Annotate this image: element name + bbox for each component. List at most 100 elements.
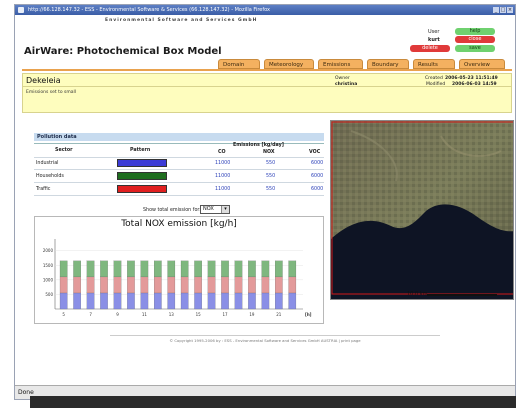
taskbar [30, 396, 516, 408]
page-title: AirWare: Photochemical Box Model [24, 46, 222, 57]
pattern-households[interactable] [117, 172, 167, 180]
modified-value: 2006-06-03 14:59 [452, 82, 497, 87]
bar-segment [288, 292, 297, 310]
col-voc: VOC [309, 150, 321, 155]
x-tick-label: 17 [222, 312, 228, 317]
x-tick-label: 21 [276, 312, 282, 317]
bar-segment [275, 292, 283, 310]
satellite-map[interactable] [330, 120, 514, 300]
bar-segment [207, 292, 216, 310]
col-emissions: Emissions [kg/day] [233, 143, 284, 148]
voc-households[interactable]: 6000 [311, 174, 323, 179]
user-label: User [428, 29, 440, 35]
pollutant-select-value: NOX [203, 206, 214, 212]
x-tick-label: 11 [142, 312, 148, 317]
close-button[interactable]: close [455, 36, 495, 43]
voc-industrial[interactable]: 6000 [311, 161, 323, 166]
bar-segment [207, 260, 216, 278]
voc-traffic[interactable]: 6000 [311, 187, 323, 192]
row-divider [34, 195, 324, 196]
company-banner: Environmental Software and Services GmbH [105, 18, 258, 23]
bar-segment [167, 260, 176, 278]
x-tick-label: 5 [62, 312, 65, 317]
y-tick-label: 1500 [43, 263, 54, 268]
tab-domain[interactable]: Domain [218, 59, 260, 69]
sector-households: Households [36, 174, 64, 179]
minimize-icon[interactable]: _ [493, 7, 499, 13]
window-titlebar: http://66.128.147.32 - ESS - Environment… [15, 5, 515, 15]
firefox-icon [18, 7, 24, 13]
nox-industrial[interactable]: 550 [266, 161, 275, 166]
chevron-down-icon[interactable]: ▾ [221, 206, 229, 213]
bar-segment [194, 276, 202, 294]
bar-segment [194, 260, 202, 278]
co-households[interactable]: 11000 [215, 174, 230, 179]
page-content: Environmental Software and Services GmbH… [15, 15, 515, 385]
bar-segment [86, 260, 95, 278]
pollutant-select[interactable]: NOX ▾ [200, 205, 230, 214]
bar-segment [248, 276, 256, 294]
project-description: Emissions set to small [26, 90, 77, 95]
nox-chart: 500 1000 1500 2000 5 7 9 11 13 15 17 19 21 [h] [43, 239, 312, 317]
tab-results[interactable]: Results [413, 59, 455, 69]
bar-segment [154, 260, 162, 278]
bar-segment [180, 292, 189, 310]
bar-segment [100, 276, 108, 294]
y-tick-label: 500 [45, 292, 53, 297]
footer-divider [110, 335, 440, 336]
maximize-icon[interactable]: □ [500, 7, 506, 13]
pattern-industrial[interactable] [117, 159, 167, 167]
browser-window: http://66.128.147.32 - ESS - Environment… [14, 4, 516, 400]
bar-segment [140, 276, 149, 294]
bar-segment [86, 276, 95, 294]
created-label: Created [425, 76, 443, 81]
bar-segment [207, 276, 216, 294]
pattern-traffic[interactable] [117, 185, 167, 193]
bar-segment [73, 276, 81, 294]
modified-label: Modified [426, 82, 446, 87]
bar-segment [234, 260, 243, 278]
bar-segment [100, 260, 108, 278]
tab-bar: Domain Meteorology Emissions Boundary Re… [218, 59, 505, 69]
bar-segment [180, 260, 189, 278]
bar-segment [180, 276, 189, 294]
bar-segment [86, 292, 95, 310]
bar-segment [127, 292, 135, 310]
tab-overview[interactable]: Overview [459, 59, 505, 69]
col-co: CO [218, 150, 226, 155]
tab-boundary[interactable]: Boundary [367, 59, 409, 69]
bar-segment [221, 292, 229, 310]
bar-segment [167, 276, 176, 294]
bar-segment [59, 276, 68, 294]
row-divider [34, 169, 324, 170]
tab-underline [22, 69, 512, 71]
help-button[interactable]: help [455, 28, 495, 35]
tab-emissions[interactable]: Emissions [318, 59, 363, 69]
co-traffic[interactable]: 11000 [215, 187, 230, 192]
bar-segment [127, 260, 135, 278]
bar-segment [221, 260, 229, 278]
bar-segment [59, 292, 68, 310]
window-title: http://66.128.147.32 - ESS - Environment… [28, 7, 270, 13]
close-window-icon[interactable]: × [507, 7, 513, 13]
save-button[interactable]: save [455, 45, 495, 52]
show-total-label: Show total emission for: [143, 208, 201, 213]
owner-label: Owner [335, 76, 350, 81]
tab-meteorology[interactable]: Meteorology [264, 59, 314, 69]
header-divider [34, 157, 324, 158]
nox-traffic[interactable]: 550 [266, 187, 275, 192]
bar-segment [113, 260, 122, 278]
col-sector: Sector [55, 148, 73, 153]
nox-households[interactable]: 550 [266, 174, 275, 179]
map-image[interactable] [331, 121, 514, 300]
co-industrial[interactable]: 11000 [215, 161, 230, 166]
bar-segment [261, 260, 270, 278]
x-tick-label: 7 [89, 312, 92, 317]
map-scale-bar [427, 294, 497, 296]
footer-copyright: © Copyright 1995-2006 by : ESS - Environ… [169, 338, 361, 343]
user-name: kurt [428, 37, 440, 43]
bar-segment [127, 276, 135, 294]
bar-segment [140, 260, 149, 278]
bar-segment [275, 260, 283, 278]
delete-button[interactable]: delete [410, 45, 450, 52]
